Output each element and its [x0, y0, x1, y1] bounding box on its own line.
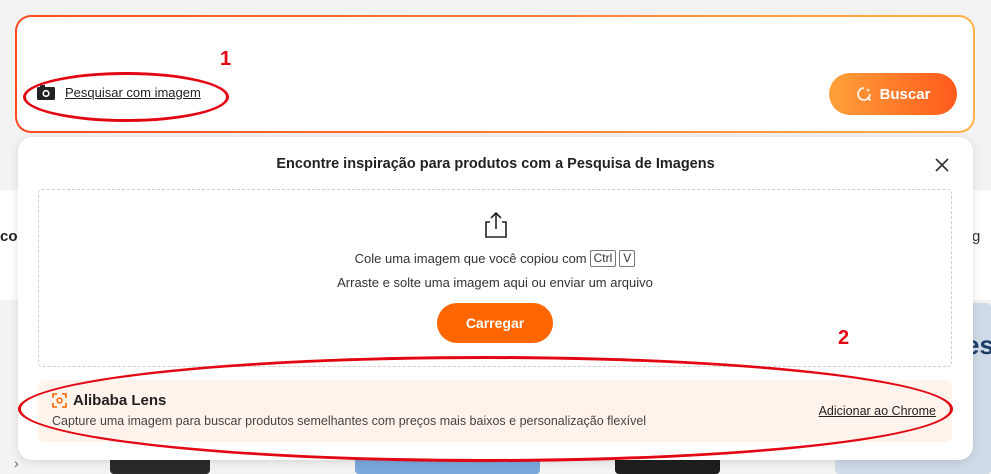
upload-icon	[481, 210, 511, 240]
image-search-icon	[856, 86, 872, 102]
search-button-label: Buscar	[879, 85, 931, 103]
drag-instruction: Arraste e solte uma imagem aqui ou envia…	[337, 275, 653, 290]
close-icon[interactable]	[933, 156, 951, 174]
background-text-left: co	[0, 228, 18, 245]
paste-instruction: Cole uma imagem que você copiou com Ctrl…	[39, 250, 951, 267]
annotation-ellipse-1	[23, 72, 229, 122]
chevron-right-icon[interactable]: ›	[14, 455, 19, 471]
search-button[interactable]: Buscar	[829, 73, 957, 115]
panel-title: Encontre inspiração para produtos com a …	[276, 156, 715, 172]
key-ctrl: Ctrl	[589, 250, 617, 267]
image-dropzone[interactable]: Cole uma imagem que você copiou com Ctrl…	[38, 189, 952, 367]
annotation-ellipse-2	[18, 356, 953, 462]
paste-text: Cole uma imagem que você copiou com	[354, 251, 587, 266]
key-v: V	[619, 250, 636, 267]
annotation-number-1: 1	[220, 48, 232, 70]
annotation-number-2: 2	[838, 327, 850, 349]
background-text-right: g	[972, 228, 981, 245]
upload-button[interactable]: Carregar	[437, 303, 553, 343]
